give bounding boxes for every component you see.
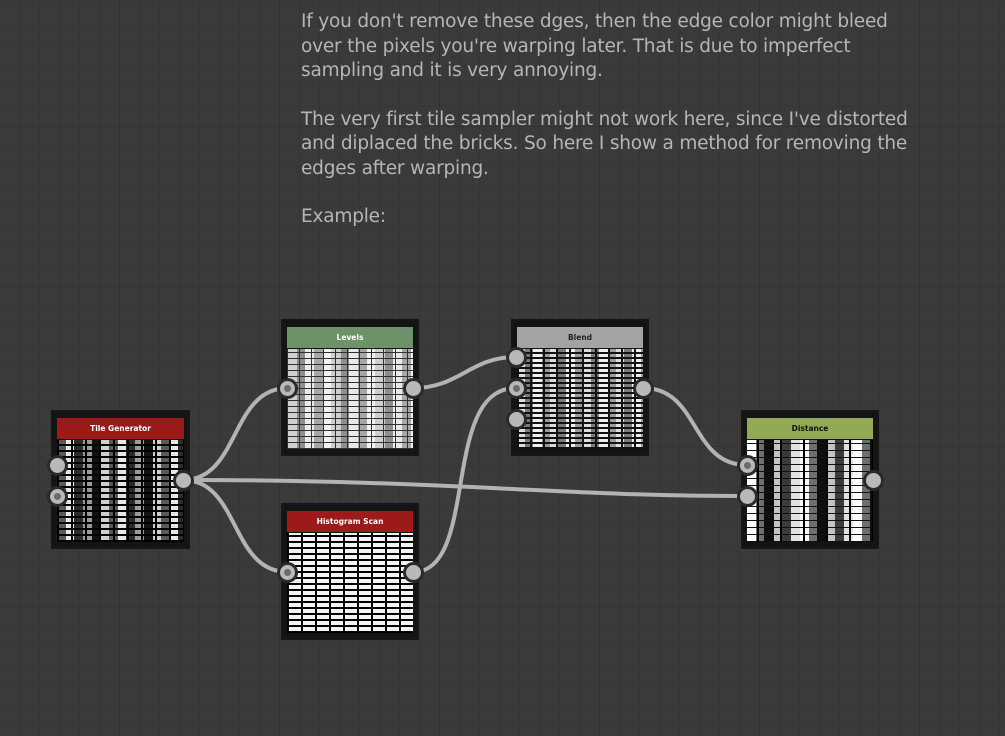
wire-histogram-to-blend[interactable] <box>411 386 518 574</box>
node-levels[interactable]: Levels <box>281 319 419 456</box>
input-pin[interactable] <box>506 378 527 399</box>
input-pin[interactable] <box>506 347 527 368</box>
input-pin[interactable] <box>277 562 298 583</box>
node-thumbnail <box>57 440 184 542</box>
output-pin[interactable] <box>173 470 194 491</box>
connection-wires <box>181 355 749 574</box>
node-histogram-scan[interactable]: Histogram Scan <box>281 503 419 640</box>
input-pin[interactable] <box>47 455 68 476</box>
wire-levels-to-blend[interactable] <box>411 355 518 390</box>
node-title: Blend <box>517 327 643 348</box>
output-pin[interactable] <box>403 562 424 583</box>
node-title: Distance <box>747 418 873 439</box>
input-pin[interactable] <box>737 455 758 476</box>
node-thumbnail <box>287 349 413 449</box>
input-pin[interactable] <box>737 486 758 507</box>
wire-tile-to-levels[interactable] <box>181 386 290 482</box>
input-pin[interactable] <box>277 378 298 399</box>
node-thumbnail <box>517 349 643 449</box>
node-tile-generator[interactable]: Tile Generator <box>51 410 190 549</box>
node-blend[interactable]: Blend <box>511 319 649 456</box>
input-pin[interactable] <box>506 409 527 430</box>
wire-tile-to-histogram[interactable] <box>181 478 290 574</box>
input-pin[interactable] <box>47 486 68 507</box>
node-title: Levels <box>287 327 413 348</box>
output-pin[interactable] <box>863 470 884 491</box>
node-title: Tile Generator <box>57 418 184 439</box>
node-distance[interactable]: Distance <box>741 410 879 549</box>
wire-blend-to-distance[interactable] <box>641 386 749 467</box>
node-thumbnail <box>747 440 873 542</box>
wire-tile-to-distance[interactable] <box>181 478 749 498</box>
output-pin[interactable] <box>633 378 654 399</box>
node-thumbnail <box>287 533 413 633</box>
node-title: Histogram Scan <box>287 511 413 532</box>
output-pin[interactable] <box>403 378 424 399</box>
